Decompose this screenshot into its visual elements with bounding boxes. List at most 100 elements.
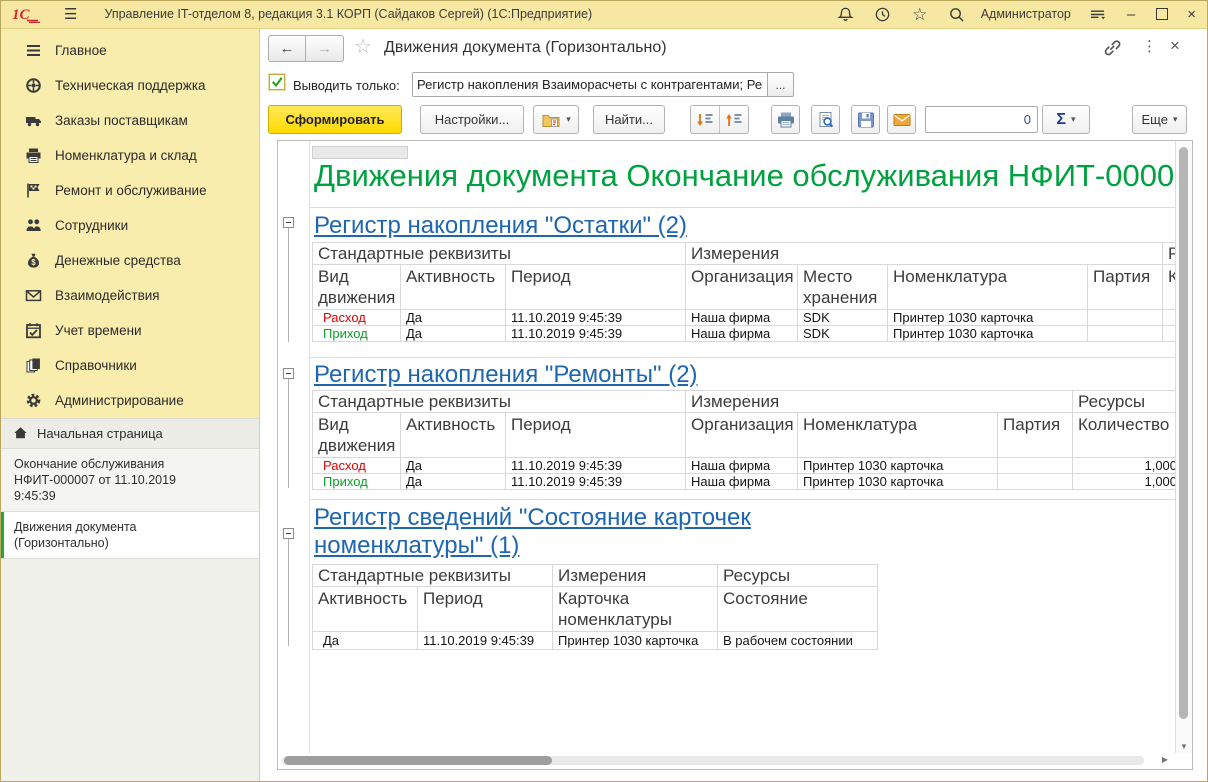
close-window-icon[interactable]: ×: [1170, 36, 1180, 56]
main-menu-icon[interactable]: ☰: [64, 5, 78, 23]
group-header: Ресурсы: [1163, 243, 1176, 265]
nav-buttons: ← →: [268, 35, 344, 62]
print-button[interactable]: [771, 105, 800, 134]
sort-descending-icon[interactable]: [691, 106, 719, 133]
sidebar-item-4[interactable]: Ремонт и обслуживание: [0, 173, 259, 208]
sidebar-item-label: Администрирование: [55, 393, 184, 408]
cell: [998, 458, 1073, 474]
sort-ascending-icon[interactable]: [719, 106, 748, 133]
cell: Наша фирма: [686, 326, 798, 342]
cell: Принтер 1030 карточка: [553, 632, 718, 650]
group-line: [288, 379, 289, 488]
column-header: Активность: [401, 413, 506, 458]
service-menu-icon[interactable]: [1088, 4, 1108, 24]
cell: 1,000: [1073, 474, 1176, 490]
column-header: Состояние: [718, 587, 878, 632]
sidebar-item-3[interactable]: Номенклатура и склад: [0, 138, 259, 173]
support-icon: [24, 77, 42, 95]
sidebar-item-9[interactable]: Справочники: [0, 348, 259, 383]
sidebar-item-1[interactable]: Техническая поддержка: [0, 68, 259, 103]
collapse-group-icon-1[interactable]: [283, 368, 294, 379]
sidebar-item-label: Номенклатура и склад: [55, 148, 197, 163]
horizontal-scrollbar-thumb[interactable]: [284, 756, 552, 765]
forward-icon[interactable]: →: [306, 35, 344, 62]
register-link-2[interactable]: Регистр сведений "Состояние карточек ном…: [314, 504, 884, 560]
column-header: Партия: [1088, 265, 1163, 310]
favorite-star-icon[interactable]: ☆: [354, 37, 372, 57]
cell: 11.10.2019 9:45:39: [506, 326, 686, 342]
more-icon[interactable]: ⋮: [1142, 37, 1157, 55]
cell: [1163, 326, 1176, 342]
group-header: Измерения: [553, 565, 718, 587]
vertical-scrollbar[interactable]: ▼: [1175, 141, 1192, 754]
search-icon[interactable]: [947, 4, 967, 24]
registers-filter-input[interactable]: [412, 72, 768, 97]
row-separator: [310, 357, 1176, 358]
minimize-icon[interactable]: –: [1127, 7, 1135, 22]
close-icon[interactable]: ×: [1187, 7, 1196, 22]
vertical-scrollbar-thumb[interactable]: [1179, 147, 1188, 719]
notifications-icon[interactable]: [836, 4, 856, 24]
sidebar-item-7[interactable]: Взаимодействия: [0, 278, 259, 313]
sidebar-item-2[interactable]: Заказы поставщикам: [0, 103, 259, 138]
open-window-tab-0[interactable]: Окончание обслуживания НФИТ-000007 от 11…: [0, 449, 259, 512]
mail-icon: [892, 111, 912, 129]
choose-registers-button[interactable]: ...: [767, 72, 794, 97]
horizontal-scrollbar[interactable]: ▶: [279, 753, 1176, 768]
copy-dropdown-button[interactable]: ▾: [533, 105, 579, 134]
sidebar-item-0[interactable]: Главное: [0, 33, 259, 68]
cell: Да: [401, 326, 506, 342]
collapse-group-icon-0[interactable]: [283, 217, 294, 228]
sum-button[interactable]: Σ▾: [1042, 105, 1090, 134]
column-header: Активность: [313, 587, 418, 632]
horizontal-scrollbar-track[interactable]: [282, 756, 1144, 765]
cell: Расход: [313, 310, 401, 326]
sidebar-item-label: Учет времени: [55, 323, 142, 338]
money-icon: $: [24, 252, 42, 270]
mail-button[interactable]: [887, 105, 916, 134]
preview-button[interactable]: [811, 105, 840, 134]
back-icon[interactable]: ←: [268, 35, 306, 62]
calendar-icon: [24, 322, 42, 340]
favorites-icon[interactable]: ☆: [910, 4, 930, 24]
open-window-tab-1[interactable]: Движения документа (Горизонтально): [0, 512, 259, 559]
group-header: Ресурсы: [1073, 391, 1176, 413]
counter-input[interactable]: [925, 106, 1038, 133]
menu-icon: [24, 42, 42, 60]
group-line: [288, 539, 289, 646]
home-page-item[interactable]: Начальная страница: [0, 418, 259, 449]
history-icon[interactable]: [873, 4, 893, 24]
group-header: Ресурсы: [718, 565, 878, 587]
sheet-area: Движения документа Окончание обслуживани…: [310, 141, 1176, 753]
sidebar-item-6[interactable]: $Денежные средства: [0, 243, 259, 278]
cell: Приход: [313, 326, 401, 342]
maximize-icon[interactable]: [1156, 8, 1168, 20]
register-link-0[interactable]: Регистр накопления "Остатки" (2): [314, 212, 687, 240]
sidebar-item-8[interactable]: Учет времени: [0, 313, 259, 348]
column-header: Организация: [686, 413, 798, 458]
sidebar-item-5[interactable]: Сотрудники: [0, 208, 259, 243]
column-header: Количество: [1163, 265, 1176, 310]
register-link-1[interactable]: Регистр накопления "Ремонты" (2): [314, 361, 698, 389]
user-name[interactable]: Администратор: [981, 7, 1071, 21]
row-separator: [310, 499, 1176, 500]
column-header: Вид движения: [313, 265, 401, 310]
settings-button[interactable]: Настройки...: [420, 105, 524, 134]
page-title: Движения документа (Горизонтально): [384, 39, 667, 57]
save-button[interactable]: [851, 105, 880, 134]
scroll-right-icon[interactable]: ▶: [1162, 755, 1168, 764]
collapse-group-icon-2[interactable]: [283, 528, 294, 539]
cell: [1088, 326, 1163, 342]
find-button[interactable]: Найти...: [593, 105, 665, 134]
column-header: Номенклатура: [798, 413, 998, 458]
more-button[interactable]: Еще▾: [1132, 105, 1187, 134]
register-table-1: Стандартные реквизитыИзмеренияРесурсыВид…: [312, 390, 1176, 490]
generate-button[interactable]: Сформировать: [268, 105, 402, 134]
show-only-checkbox[interactable]: [269, 74, 285, 90]
group-line: [288, 228, 289, 342]
column-header: Активность: [401, 265, 506, 310]
scroll-down-icon[interactable]: ▼: [1180, 742, 1188, 751]
open-windows-list: Окончание обслуживания НФИТ-000007 от 11…: [0, 449, 259, 559]
sidebar-item-10[interactable]: Администрирование: [0, 383, 259, 418]
link-icon[interactable]: [1102, 38, 1122, 58]
